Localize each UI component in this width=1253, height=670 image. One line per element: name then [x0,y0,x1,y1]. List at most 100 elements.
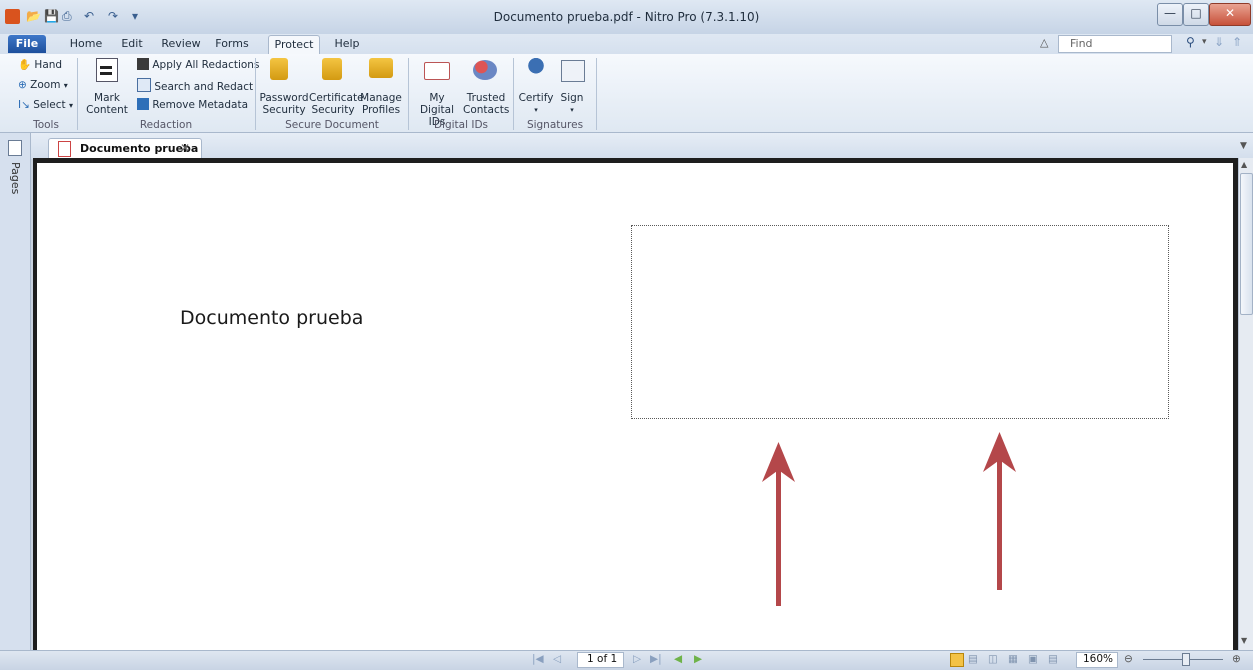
password-line1: Password [259,92,309,104]
annotation-arrows [762,432,1016,606]
apply-all-redactions-button[interactable]: Apply All Redactions [137,58,259,73]
mark-content-icon [96,58,118,82]
arrow-left-icon [762,442,795,606]
password-line2: Security [262,104,306,116]
scroll-up-icon[interactable]: ▲ [1241,160,1247,169]
certificate-security-button[interactable]: Certificate Security [309,92,364,116]
hand-icon: ✋ [18,59,32,71]
certificate-lock-icon [322,58,342,80]
pages-panel-tab[interactable]: Pages [8,162,22,202]
digital-id-card-icon [424,62,450,80]
certificate-line2: Security [311,104,355,116]
redaction-group-label: Redaction [139,119,193,131]
tab-file[interactable]: File [8,35,46,53]
tab-home[interactable]: Home [68,35,104,53]
search-and-redact-button[interactable]: Search and Redact [137,78,253,93]
trusted-contacts-icon [473,60,497,80]
pages-panel-icon[interactable] [8,140,22,156]
manage-profiles-button[interactable]: Manage Profiles [357,92,405,116]
sign-label: Sign [560,92,584,104]
zoom-level: 160% [1083,653,1114,665]
mark-content-button[interactable]: Mark Content [80,92,134,116]
sign-button[interactable]: Sign ▾ [556,92,588,116]
document-body-text: Documento prueba [180,307,364,329]
help-arrow-icon[interactable]: △ [1040,36,1048,49]
zoom-icon: ⊕ [18,79,27,91]
tab-help[interactable]: Help [332,35,362,53]
fit-page-icon[interactable]: ▣ [1028,651,1038,668]
facing-continuous-view-icon[interactable]: ▦ [1008,651,1018,668]
manage-line1: Manage [360,92,402,104]
group-divider [513,58,514,130]
search-dropdown-icon[interactable]: ▾ [1202,37,1207,47]
apply-redactions-icon [137,58,149,70]
sign-dropdown-icon: ▾ [570,106,574,114]
single-page-view-icon[interactable] [950,653,964,667]
find-next-icon[interactable]: ⇓ [1214,35,1224,49]
tab-list-dropdown-icon[interactable]: ▼ [1240,141,1247,151]
tab-review[interactable]: Review [160,35,202,53]
close-button[interactable]: ✕ [1209,3,1251,26]
certify-label: Certify [518,92,554,104]
window-title: Documento prueba.pdf - Nitro Pro (7.3.1.… [493,10,760,24]
apply-all-label: Apply All Redactions [152,59,260,71]
fit-width-icon[interactable]: ▤ [1048,651,1058,668]
signatures-group-label: Signatures [526,119,584,131]
select-label: Select [33,99,66,111]
status-bar [0,650,1253,670]
remove-metadata-button[interactable]: Remove Metadata [137,98,248,113]
manage-line2: Profiles [361,104,401,116]
trusted-line2: Contacts [463,104,510,116]
select-tool[interactable]: I↘ Select ▾ [18,98,73,113]
hand-tool[interactable]: ✋ Hand [18,58,62,73]
zoom-out-icon[interactable]: ⊖ [1124,651,1133,668]
sign-pen-icon [561,60,585,82]
forward-view-icon[interactable]: ▶ [694,651,702,668]
back-view-icon[interactable]: ◀ [674,651,682,668]
pdf-file-icon [58,141,71,157]
tools-group-label: Tools [33,119,59,131]
close-tab-icon[interactable]: ✕ [180,141,190,155]
find-previous-icon[interactable]: ⇑ [1232,35,1242,49]
select-icon: I↘ [18,99,30,111]
group-divider [596,58,597,130]
find-placeholder: Find [1070,37,1093,50]
side-panel [0,133,31,650]
first-page-icon[interactable]: |◀ [532,651,544,668]
tab-protect[interactable]: Protect [268,35,320,54]
trusted-contacts-button[interactable]: Trusted Contacts [463,92,509,116]
mark-content-line1: Mark [94,92,120,104]
last-page-icon[interactable]: ▶| [650,651,662,668]
digital-ids-group-label: Digital IDs [433,119,489,131]
remove-metadata-label: Remove Metadata [152,99,249,111]
page-indicator: 1 of 1 [587,653,618,665]
zoom-tool[interactable]: ⊕ Zoom ▾ [18,78,68,93]
maximize-button[interactable]: □ [1183,3,1209,26]
zoom-dropdown-icon: ▾ [63,81,68,90]
continuous-view-icon[interactable]: ▤ [968,651,978,668]
certificate-line1: Certificate [309,92,364,104]
remove-metadata-icon [137,98,149,110]
scrollbar-thumb[interactable] [1240,173,1253,315]
search-redact-icon [137,78,151,92]
zoom-in-icon[interactable]: ⊕ [1232,651,1241,668]
zoom-slider-thumb[interactable] [1182,653,1190,666]
next-page-icon[interactable]: ▷ [633,651,641,668]
mark-content-line2: Content [86,104,128,116]
certify-dropdown-icon: ▾ [534,106,538,114]
search-icon[interactable]: ⚲ [1186,35,1195,49]
tab-forms[interactable]: Forms [212,35,252,53]
facing-view-icon[interactable]: ◫ [988,651,998,668]
empty-content-area[interactable] [631,225,1169,419]
arrow-right-icon [983,432,1016,590]
previous-page-icon[interactable]: ◁ [553,651,561,668]
trusted-line1: Trusted [466,92,506,104]
tab-edit[interactable]: Edit [118,35,146,53]
search-redact-label: Search and Redact [154,81,254,93]
minimize-button[interactable]: — [1157,3,1183,26]
certify-button[interactable]: Certify ▾ [518,92,554,116]
my-ids-line1: My Digital [419,92,455,116]
scroll-down-icon[interactable]: ▼ [1241,636,1247,645]
password-security-button[interactable]: Password Security [259,92,309,116]
zoom-label: Zoom [30,79,61,91]
